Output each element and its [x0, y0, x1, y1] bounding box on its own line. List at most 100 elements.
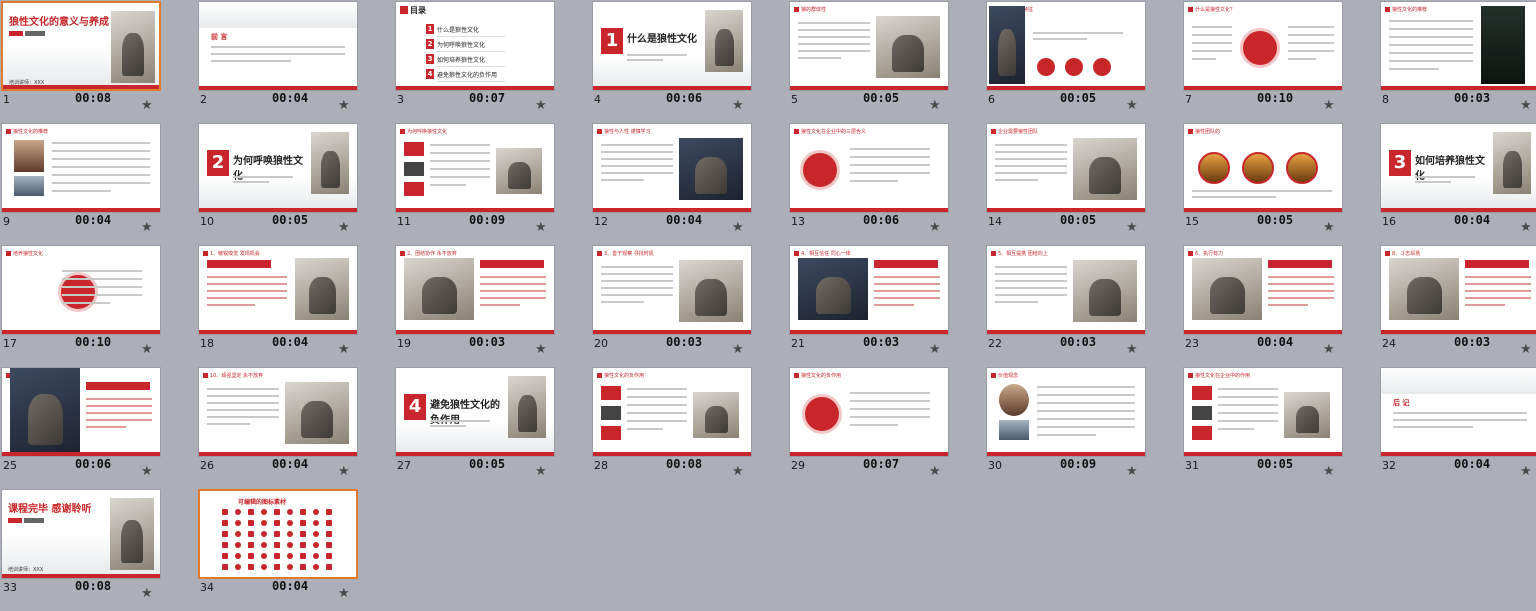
star-icon[interactable]: ★ [141, 586, 153, 601]
slide-preview[interactable]: 前 言 [198, 1, 358, 91]
slide-thumbnail-17[interactable]: 培养狼性文化 17 00:10 ★ [1, 245, 161, 367]
slide-thumbnail-5[interactable]: 狼的群体性 5 00:05 ★ [789, 1, 949, 123]
star-icon[interactable]: ★ [535, 220, 547, 235]
slide-thumbnail-24[interactable]: 8、斗志昂扬 24 00:03 ★ [1380, 245, 1536, 367]
slide-preview[interactable]: 4避免狼性文化的负作用 [395, 367, 555, 457]
slide-preview[interactable]: 狼的群体性 [789, 1, 949, 91]
star-icon[interactable]: ★ [141, 342, 153, 357]
star-icon[interactable]: ★ [929, 98, 941, 113]
slide-thumbnail-22[interactable]: 5、相互提携 团结向上 22 00:03 ★ [986, 245, 1146, 367]
slide-preview[interactable]: 2为何呼唤狼性文化 [198, 123, 358, 213]
slide-preview[interactable]: 6、执行有力 [1183, 245, 1343, 335]
star-icon[interactable]: ★ [732, 464, 744, 479]
star-icon[interactable]: ★ [1520, 342, 1532, 357]
star-icon[interactable]: ★ [732, 220, 744, 235]
star-icon[interactable]: ★ [1323, 464, 1335, 479]
star-icon[interactable]: ★ [732, 98, 744, 113]
slide-preview[interactable]: 后 记 [1380, 367, 1536, 457]
slide-preview[interactable]: 企业需要狼性团队 [986, 123, 1146, 213]
star-icon[interactable]: ★ [141, 220, 153, 235]
slide-preview[interactable]: 为何呼唤狼性文化 [395, 123, 555, 213]
slide-preview[interactable]: 狼性文化的推荐 [1380, 1, 1536, 91]
star-icon[interactable]: ★ [1126, 342, 1138, 357]
slide-preview[interactable]: 狼性文化的推荐 [1, 123, 161, 213]
star-icon[interactable]: ★ [338, 464, 350, 479]
slide-preview[interactable]: 4、相互信任 同心一体 [789, 245, 949, 335]
slide-thumbnail-4[interactable]: 1 什么是狼性文化 4 00:06 ★ [592, 1, 752, 123]
slide-preview[interactable]: 9、勇敢冒险 领袖精神 [1, 367, 161, 457]
slide-preview[interactable]: 狼性的三个特征 [986, 1, 1146, 91]
star-icon[interactable]: ★ [1126, 98, 1138, 113]
slide-preview[interactable]: 8、斗志昂扬 [1380, 245, 1536, 335]
slide-thumbnail-3[interactable]: 目录 1 什么是狼性文化 2 为何呼唤狼性文化 3 如何培养狼性文化 4 避免狼性文化的负作用 3… [395, 1, 555, 123]
slide-thumbnail-29[interactable]: 狼性文化的负作用 29 00:07 ★ [789, 367, 949, 489]
star-icon[interactable]: ★ [1520, 464, 1532, 479]
slide-thumbnail-13[interactable]: 狼性文化在企业中的三层含义 13 00:06 ★ [789, 123, 949, 245]
star-icon[interactable]: ★ [338, 98, 350, 113]
slide-thumbnail-27[interactable]: 4避免狼性文化的负作用 27 00:05 ★ [395, 367, 555, 489]
star-icon[interactable]: ★ [338, 342, 350, 357]
star-icon[interactable]: ★ [1126, 464, 1138, 479]
star-icon[interactable]: ★ [535, 342, 547, 357]
slide-thumbnail-14[interactable]: 企业需要狼性团队 14 00:05 ★ [986, 123, 1146, 245]
slide-preview[interactable]: 狼性文化在企业中的作用 [1183, 367, 1343, 457]
slide-thumbnail-16[interactable]: 3如何培养狼性文化 16 00:04 ★ [1380, 123, 1536, 245]
slide-preview[interactable]: 3如何培养狼性文化 [1380, 123, 1536, 213]
slide-thumbnail-20[interactable]: 3、善于观察 寻找时机 20 00:03 ★ [592, 245, 752, 367]
star-icon[interactable]: ★ [1323, 98, 1335, 113]
star-icon[interactable]: ★ [338, 220, 350, 235]
star-icon[interactable]: ★ [929, 464, 941, 479]
slide-thumbnail-9[interactable]: 狼性文化的推荐 9 00:04 ★ [1, 123, 161, 245]
slide-preview[interactable]: 什么是狼性文化？ [1183, 1, 1343, 91]
slide-thumbnail-1[interactable]: 狼性文化的意义与养成 培训讲师：XXX 1 00:08 ★ [1, 1, 161, 123]
slide-thumbnail-23[interactable]: 6、执行有力 23 00:04 ★ [1183, 245, 1343, 367]
star-icon[interactable]: ★ [535, 98, 547, 113]
slide-thumbnail-34[interactable]: 可编辑的图标素材 34 00:04 ★ [198, 489, 358, 611]
slide-preview[interactable]: 狼性文化的负作用 [592, 367, 752, 457]
slide-preview[interactable]: 培养狼性文化 [1, 245, 161, 335]
slide-thumbnail-30[interactable]: 价值观念 30 00:09 ★ [986, 367, 1146, 489]
slide-preview[interactable]: 可编辑的图标素材 [198, 489, 358, 579]
slide-thumbnail-7[interactable]: 什么是狼性文化？ 7 00:10 ★ [1183, 1, 1343, 123]
slide-preview[interactable]: 1、敏锐嗅觉 发现机会 [198, 245, 358, 335]
slide-preview[interactable]: 狼性文化在企业中的三层含义 [789, 123, 949, 213]
star-icon[interactable]: ★ [929, 220, 941, 235]
slide-preview[interactable]: 狼性文化的意义与养成 培训讲师：XXX [1, 1, 161, 91]
slide-preview[interactable]: 2、团结协作 永不放弃 [395, 245, 555, 335]
slide-thumbnail-25[interactable]: 9、勇敢冒险 领袖精神 25 00:06 ★ [1, 367, 161, 489]
slide-thumbnail-21[interactable]: 4、相互信任 同心一体 21 00:03 ★ [789, 245, 949, 367]
star-icon[interactable]: ★ [1126, 220, 1138, 235]
slide-thumbnail-15[interactable]: 狼性团队的 15 00:05 ★ [1183, 123, 1343, 245]
slide-thumbnail-8[interactable]: 狼性文化的推荐 8 00:03 ★ [1380, 1, 1536, 123]
slide-thumbnail-11[interactable]: 为何呼唤狼性文化 11 00:09 ★ [395, 123, 555, 245]
slide-thumbnail-26[interactable]: 10、顽强坚定 永不放弃 26 00:04 ★ [198, 367, 358, 489]
slide-thumbnail-32[interactable]: 后 记 32 00:04 ★ [1380, 367, 1536, 489]
slide-thumbnail-2[interactable]: 前 言 2 00:04 ★ [198, 1, 358, 123]
slide-thumbnail-28[interactable]: 狼性文化的负作用 28 00:08 ★ [592, 367, 752, 489]
slide-preview[interactable]: 狼性文化的负作用 [789, 367, 949, 457]
slide-preview[interactable]: 价值观念 [986, 367, 1146, 457]
star-icon[interactable]: ★ [141, 98, 153, 113]
star-icon[interactable]: ★ [338, 586, 350, 601]
slide-preview[interactable]: 狼性团队的 [1183, 123, 1343, 213]
star-icon[interactable]: ★ [1520, 98, 1532, 113]
slide-preview[interactable]: 1 什么是狼性文化 [592, 1, 752, 91]
star-icon[interactable]: ★ [141, 464, 153, 479]
slide-preview[interactable]: 10、顽强坚定 永不放弃 [198, 367, 358, 457]
slide-preview[interactable]: 课程完毕 感谢聆听 培训讲师：XXX [1, 489, 161, 579]
slide-preview[interactable]: 5、相互提携 团结向上 [986, 245, 1146, 335]
slide-thumbnail-18[interactable]: 1、敏锐嗅觉 发现机会 18 00:04 ★ [198, 245, 358, 367]
slide-preview[interactable]: 3、善于观察 寻找时机 [592, 245, 752, 335]
slide-thumbnail-12[interactable]: 狼性与人性 谨慎学习 12 00:04 ★ [592, 123, 752, 245]
star-icon[interactable]: ★ [732, 342, 744, 357]
star-icon[interactable]: ★ [929, 342, 941, 357]
slide-thumbnail-31[interactable]: 狼性文化在企业中的作用 31 00:05 ★ [1183, 367, 1343, 489]
slide-preview[interactable]: 狼性与人性 谨慎学习 [592, 123, 752, 213]
star-icon[interactable]: ★ [535, 464, 547, 479]
slide-thumbnail-10[interactable]: 2为何呼唤狼性文化 10 00:05 ★ [198, 123, 358, 245]
slide-thumbnail-19[interactable]: 2、团结协作 永不放弃 19 00:03 ★ [395, 245, 555, 367]
slide-preview[interactable]: 目录 1 什么是狼性文化 2 为何呼唤狼性文化 3 如何培养狼性文化 4 避免狼性文化的负作用 [395, 1, 555, 91]
star-icon[interactable]: ★ [1323, 342, 1335, 357]
slide-thumbnail-33[interactable]: 课程完毕 感谢聆听 培训讲师：XXX 33 00:08 ★ [1, 489, 161, 611]
star-icon[interactable]: ★ [1323, 220, 1335, 235]
